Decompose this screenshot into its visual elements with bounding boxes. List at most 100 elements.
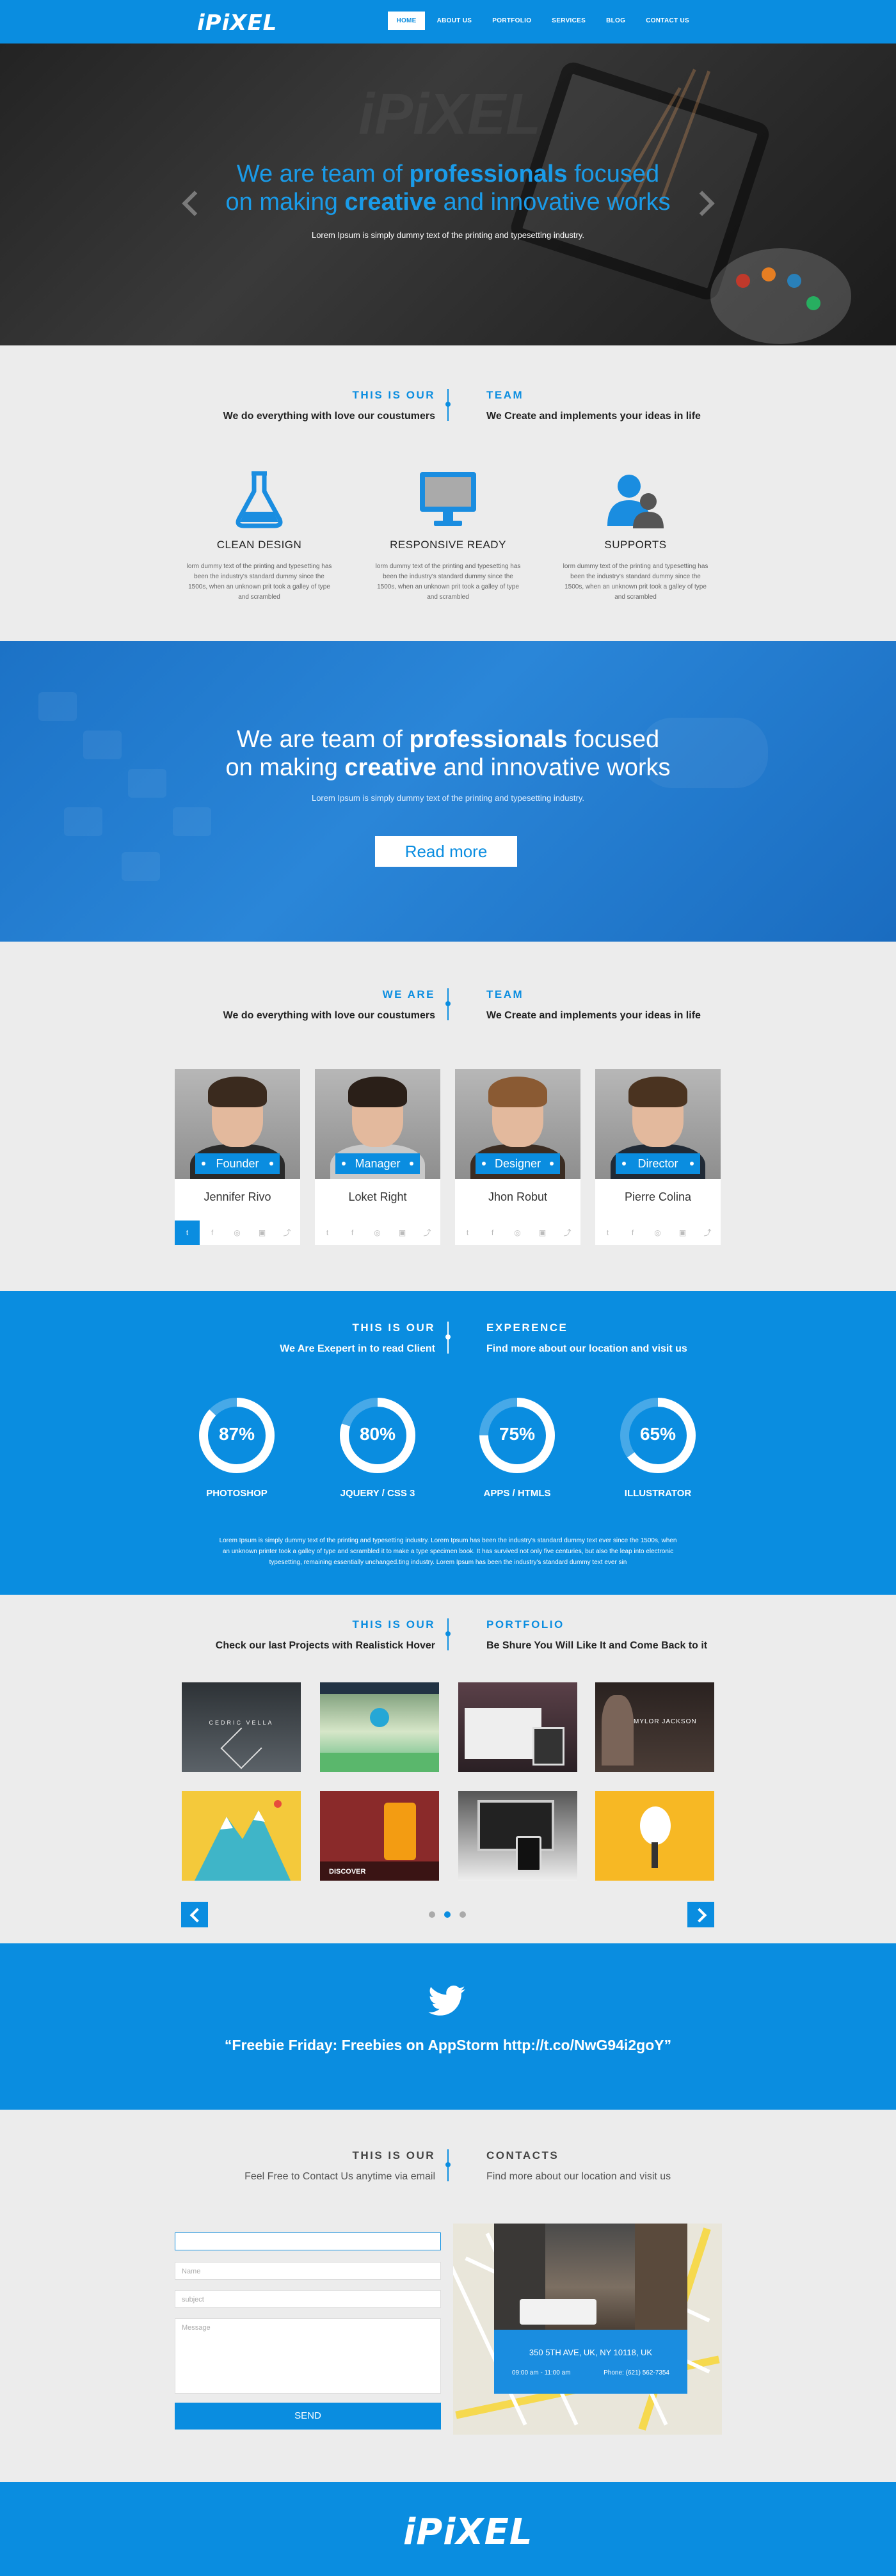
social-links: t f ◎ ▣ ⤴ <box>315 1221 440 1245</box>
portfolio-item[interactable]: DISCOVER <box>320 1791 439 1881</box>
section-caption: THIS IS OUR <box>352 1322 435 1334</box>
nav-portfolio[interactable]: PORTFOLIO <box>484 12 540 30</box>
portfolio-prev-button[interactable] <box>181 1902 208 1927</box>
section-subtitle: We do everything with love our coustumer… <box>223 411 435 422</box>
twitter-icon[interactable]: t <box>595 1221 620 1245</box>
send-button[interactable]: SEND <box>175 2403 441 2430</box>
experience-section-header: THIS IS OUR We Are Exepert in to read Cli… <box>0 1322 896 1360</box>
subject-field[interactable]: subject <box>175 2290 441 2308</box>
nav-contact[interactable]: CONTACT US <box>637 12 698 30</box>
about-section-header: THIS IS OUR We do everything with love ou… <box>0 389 896 427</box>
section-caption: WE ARE <box>382 988 435 1000</box>
hero-ghost-logo: iPiXEL <box>358 83 541 146</box>
twitter-bird-icon <box>428 1986 466 2019</box>
skill-ring: 80% <box>338 1396 417 1475</box>
instagram-icon[interactable]: ▣ <box>250 1221 275 1245</box>
portfolio-item[interactable]: CEDRIC VELLA <box>182 1682 301 1772</box>
team-name: Jhon Robut <box>488 1190 548 1203</box>
section-caption: CONTACTS <box>486 2149 559 2161</box>
share-icon[interactable]: ⤴ <box>695 1221 720 1245</box>
section-divider <box>445 2149 451 2181</box>
share-icon[interactable]: ⤴ <box>415 1221 440 1245</box>
twitter-icon[interactable]: t <box>455 1221 480 1245</box>
section-divider <box>445 1322 451 1354</box>
pager-dot[interactable] <box>460 1911 466 1918</box>
share-icon[interactable]: ⤴ <box>555 1221 580 1245</box>
location-info: 350 5TH AVE, UK, NY 10118, UK 09:00 am -… <box>494 2330 687 2394</box>
section-caption: PORTFOLIO <box>486 1618 564 1631</box>
twitter-feed: “Freebie Friday: Freebies on AppStorm ht… <box>0 1943 896 2110</box>
facebook-icon[interactable]: f <box>340 1221 365 1245</box>
portfolio-section-header: THIS IS OUR Check our last Projects with … <box>0 1618 896 1657</box>
hero-title-line1: We are team of professionals focused <box>236 161 660 187</box>
section-caption: THIS IS OUR <box>352 2149 435 2161</box>
facebook-icon[interactable]: f <box>200 1221 225 1245</box>
portfolio-item[interactable] <box>458 1791 577 1881</box>
monitor-icon <box>416 467 480 531</box>
social-links: t f ◎ ▣ ⤴ <box>175 1221 300 1245</box>
experience-description: Lorem Ipsum is simply dummy text of the … <box>219 1537 677 1566</box>
feature-title: SUPPORTS <box>604 539 667 551</box>
footer-logo[interactable]: iPiXEL <box>403 2511 533 2553</box>
instagram-icon[interactable]: ▣ <box>530 1221 555 1245</box>
nav-home[interactable]: HOME <box>388 12 425 30</box>
banner-title-line2: on making creative and innovative works <box>225 754 671 781</box>
nav-about[interactable]: ABOUT US <box>429 12 481 30</box>
facebook-icon[interactable]: f <box>620 1221 645 1245</box>
pager-dot-active[interactable] <box>444 1911 451 1918</box>
experience-section: THIS IS OUR We Are Exepert in to read Cli… <box>0 1291 896 1595</box>
nav-services[interactable]: SERVICES <box>543 12 594 30</box>
team-name: Loket Right <box>348 1190 407 1203</box>
portfolio-item[interactable]: MYLOR JACKSON <box>595 1682 714 1772</box>
logo[interactable]: iPiXEL <box>197 10 277 36</box>
portfolio-item-caption: CEDRIC VELLA <box>209 1719 274 1726</box>
feature-text: lorm dummy text of the printing and type… <box>563 563 708 601</box>
skill-ring: 75% <box>477 1396 557 1475</box>
instagram-icon[interactable]: ▣ <box>670 1221 695 1245</box>
feature-clean-design: CLEAN DESIGN lorm dummy text of the prin… <box>186 467 333 603</box>
section-divider <box>445 1618 451 1650</box>
team-role-badge: Manager <box>335 1153 420 1174</box>
twitter-icon[interactable]: t <box>175 1221 200 1245</box>
nav-blog[interactable]: BLOG <box>598 12 634 30</box>
social-links: t f ◎ ▣ ⤴ <box>595 1221 721 1245</box>
dribbble-icon[interactable]: ◎ <box>365 1221 390 1245</box>
footer: iPiXEL <box>0 2482 896 2576</box>
team-role-badge: Founder <box>195 1153 280 1174</box>
twitter-icon[interactable]: t <box>315 1221 340 1245</box>
section-subtitle: Find more about our location and visit u… <box>486 2171 671 2182</box>
section-subtitle: Feel Free to Contact Us anytime via emai… <box>244 2171 435 2182</box>
location-photo <box>494 2224 687 2330</box>
tweet-text[interactable]: “Freebie Friday: Freebies on AppStorm ht… <box>0 2037 896 2054</box>
pager-dot[interactable] <box>429 1911 435 1918</box>
message-field[interactable]: Message <box>175 2318 441 2394</box>
share-icon[interactable]: ⤴ <box>275 1221 300 1245</box>
dribbble-icon[interactable]: ◎ <box>505 1221 530 1245</box>
skill-value: 75% <box>499 1424 536 1444</box>
skill-value: 65% <box>639 1424 676 1444</box>
section-subtitle: We Create and implements your ideas in l… <box>486 1010 701 1021</box>
hero-palette <box>710 248 851 344</box>
location-map[interactable]: 350 5TH AVE, UK, NY 10118, UK 09:00 am -… <box>453 2224 722 2435</box>
facebook-icon[interactable]: f <box>480 1221 505 1245</box>
portfolio-item[interactable] <box>182 1791 301 1881</box>
banner-title-line1: We are team of professionals focused <box>236 726 660 753</box>
portfolio-item[interactable] <box>458 1682 577 1772</box>
team-name: Pierre Colina <box>624 1190 692 1203</box>
opening-hours: 09:00 am - 11:00 am <box>512 2369 571 2376</box>
read-more-button[interactable]: Read more <box>375 836 517 867</box>
team-card-founder: Founder Jennifer Rivo t f ◎ ▣ ⤴ <box>175 1069 300 1245</box>
address: 350 5TH AVE, UK, NY 10118, UK <box>529 2348 653 2357</box>
name-field[interactable]: Name <box>175 2262 441 2280</box>
portfolio-item[interactable] <box>595 1791 714 1881</box>
dribbble-icon[interactable]: ◎ <box>225 1221 250 1245</box>
section-caption: EXPERENCE <box>486 1322 568 1334</box>
portfolio-next-button[interactable] <box>687 1902 714 1927</box>
dribbble-icon[interactable]: ◎ <box>645 1221 670 1245</box>
feature-text: lorm dummy text of the printing and type… <box>375 563 521 601</box>
team-section-header: WE ARE We do everything with love our cou… <box>0 988 896 1027</box>
portfolio-item[interactable] <box>320 1682 439 1772</box>
instagram-icon[interactable]: ▣ <box>390 1221 415 1245</box>
email-field[interactable] <box>175 2232 441 2250</box>
section-subtitle: Find more about our location and visit u… <box>486 1343 687 1354</box>
